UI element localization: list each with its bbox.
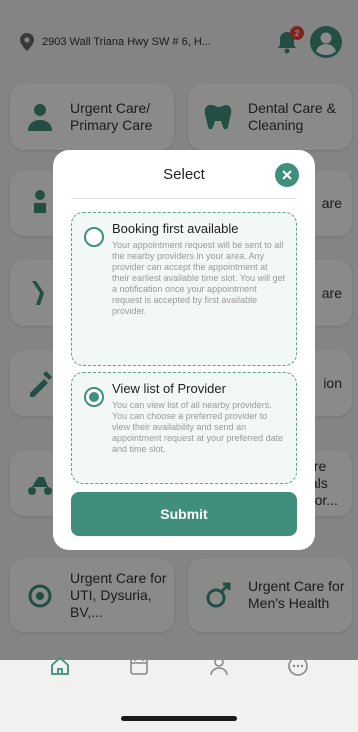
option-description: Your appointment request will be sent to… xyxy=(112,240,286,316)
option-view-list-of-provider[interactable]: View list of Provider You can view list … xyxy=(71,372,297,484)
calendar-icon[interactable] xyxy=(128,655,150,677)
option-description: You can view list of all nearby provider… xyxy=(112,400,284,454)
home-icon[interactable] xyxy=(49,655,71,677)
option-title: Booking first available xyxy=(112,221,239,236)
profile-icon[interactable] xyxy=(208,655,230,677)
submit-button[interactable]: Submit xyxy=(71,492,297,536)
radio-button-selected[interactable] xyxy=(84,387,104,407)
close-icon xyxy=(282,170,292,180)
app-screen: 2903 Wall Triana Hwy SW # 6, H... 2 Urge… xyxy=(0,0,358,732)
select-modal: Select Booking first available Your appo… xyxy=(53,150,315,550)
close-button[interactable] xyxy=(275,163,299,187)
radio-button[interactable] xyxy=(84,227,104,247)
more-icon[interactable] xyxy=(287,655,309,677)
divider xyxy=(71,198,297,199)
option-booking-first-available[interactable]: Booking first available Your appointment… xyxy=(71,212,297,366)
option-title: View list of Provider xyxy=(112,381,226,396)
home-indicator xyxy=(121,716,237,721)
bottom-nav xyxy=(0,636,358,696)
